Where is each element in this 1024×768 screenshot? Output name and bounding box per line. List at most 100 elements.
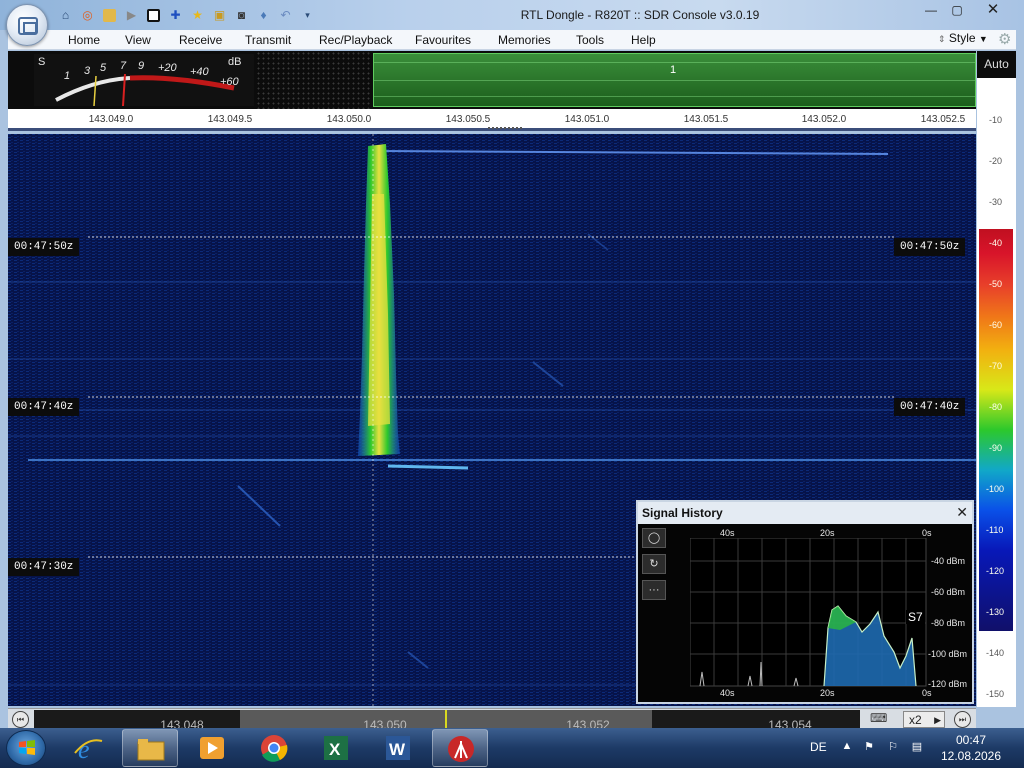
start-button[interactable] (6, 730, 46, 766)
minimize-button[interactable]: — (918, 2, 944, 19)
db-label: -60 (989, 320, 1003, 330)
spectrum-left-area (256, 51, 372, 109)
history-time-label: 20s (820, 688, 835, 698)
folder-icon (137, 739, 165, 761)
s-meter-db-label: dB (228, 56, 242, 68)
lock-icon[interactable]: ▣ (210, 6, 229, 24)
stop-icon[interactable] (144, 6, 163, 24)
sdr-console-icon (448, 736, 474, 762)
history-time-label: 40s (720, 528, 735, 538)
db-label: -90 (989, 443, 1003, 453)
menu-receive[interactable]: Receive (179, 33, 222, 47)
db-label: -100 (986, 484, 1005, 494)
tuner-label: 143.048 (160, 718, 204, 728)
clock-date: 12.08.2026 (940, 749, 1002, 763)
s-meter-scale-9: 9 (138, 60, 145, 72)
clock[interactable]: 00:47 12.08.2026 (936, 732, 1006, 764)
menu-favourites[interactable]: Favourites (415, 33, 471, 47)
maximize-button[interactable]: ▢ (944, 2, 970, 19)
freq-label: 143.051.5 (683, 114, 729, 125)
db-label: -10 (989, 115, 1003, 125)
db-scale: Auto -10 -20 -30 -40 -50 -60 -70 -80 -90… (977, 51, 1016, 707)
s-reading-badge: S7 (906, 610, 925, 624)
zoom-selector[interactable]: x2 ▶ (903, 711, 945, 728)
drop-icon[interactable]: ♦ (254, 6, 273, 24)
history-time-label: 20s (820, 528, 835, 538)
tuner-forward-icon[interactable]: ⏭ (954, 711, 971, 728)
signal-history-close-icon[interactable]: ✕ (956, 504, 968, 521)
s-meter-scale-40: +40 (190, 66, 209, 78)
internet-explorer-icon: e (74, 735, 103, 763)
freq-label: 143.049.0 (88, 114, 134, 125)
taskbar-excel[interactable]: X (308, 729, 364, 767)
frequency-scale[interactable]: 143.049.0 143.049.5 143.050.0 143.050.5 … (8, 109, 976, 131)
history-dbm-label: -60 dBm (931, 587, 966, 597)
db-label: -40 (989, 238, 1003, 248)
media-player-icon (200, 737, 224, 759)
history-dbm-label: -100 dBm (928, 649, 968, 659)
record-button[interactable]: ◯ (642, 528, 666, 548)
application-menu-button[interactable] (6, 4, 48, 46)
db-label: -130 (986, 607, 1005, 617)
menu-transmit[interactable]: Transmit (245, 33, 291, 47)
tuner-label: 143.052 (566, 718, 610, 728)
show-hidden-icons[interactable]: ▲ (840, 740, 854, 754)
db-label: -120 (986, 566, 1005, 576)
signal-history-plot (690, 538, 927, 687)
menu-memories[interactable]: Memories (498, 33, 551, 47)
timestamp-right: 00:47:40z (894, 398, 966, 416)
signal-history-title: Signal History (642, 506, 723, 520)
undo-icon[interactable]: ↶ (276, 6, 295, 24)
spectrum-display[interactable]: 1 (373, 53, 976, 107)
settings-gear-icon[interactable]: ⚙ (998, 30, 1011, 48)
signal-history-header: Signal History (638, 502, 972, 524)
reset-button[interactable]: ↻ (642, 554, 666, 574)
timestamp-left: 00:47:50z (8, 238, 80, 256)
play-icon[interactable]: ▶ (122, 6, 141, 24)
home-icon[interactable]: ⌂ (56, 6, 75, 24)
style-label: Style (948, 31, 976, 45)
app-logo-icon (18, 17, 38, 35)
s-meter: S dB 1 3 5 7 9 +20 +40 +60 (34, 54, 254, 106)
qat-dropdown-icon[interactable]: ▾ (298, 6, 317, 24)
menu-help[interactable]: Help (631, 33, 656, 47)
menu-rec-playback[interactable]: Rec/Playback (319, 33, 392, 47)
taskbar-internet-explorer[interactable]: e (60, 729, 116, 767)
windows-logo-icon (19, 740, 35, 755)
zoom-value: x2 (909, 713, 922, 727)
s-meter-scale-20: +20 (158, 62, 177, 74)
freq-label: 143.049.5 (207, 114, 253, 125)
auto-scale-button[interactable]: Auto (977, 51, 1016, 78)
menu-home[interactable]: Home (68, 33, 100, 47)
db-label: -30 (989, 197, 1003, 207)
splitter-handle[interactable] (488, 127, 522, 129)
close-button[interactable]: ✕ (976, 2, 1010, 19)
folder-icon[interactable] (100, 6, 119, 24)
tray-network-icon[interactable]: ▤ (910, 740, 924, 754)
db-label: -20 (989, 156, 1003, 166)
language-indicator[interactable]: DE (810, 740, 827, 754)
more-options-button[interactable]: ··· (642, 580, 666, 600)
tuner-back-icon[interactable]: ⏮ (12, 711, 29, 728)
style-dropdown[interactable]: ⇕ Style ▼ (938, 31, 988, 45)
taskbar-media-player[interactable] (184, 729, 240, 767)
taskbar-word[interactable]: W (370, 729, 426, 767)
style-arrows-icon: ⇕ (938, 34, 946, 44)
s-meter-scale-60: +60 (220, 76, 239, 88)
tray-app-icon[interactable]: ⚑ (862, 740, 876, 754)
menu-view[interactable]: View (125, 33, 151, 47)
taskbar-sdr-console[interactable] (432, 729, 488, 767)
history-time-label: 40s (720, 688, 735, 698)
tray-flag-icon[interactable]: ⚐ (886, 740, 900, 754)
keyboard-icon[interactable]: ⌨ (870, 711, 887, 725)
tuner-frequency-marker[interactable] (445, 710, 447, 728)
menu-tools[interactable]: Tools (576, 33, 604, 47)
lifebuoy-icon[interactable]: ◎ (78, 6, 97, 24)
taskbar-chrome[interactable] (246, 729, 302, 767)
ribbon-menu-bar: Home View Receive Transmit Rec/Playback … (8, 30, 1016, 50)
freq-label: 143.050.0 (326, 114, 372, 125)
star-icon[interactable]: ★ (188, 6, 207, 24)
add-icon[interactable]: ✚ (166, 6, 185, 24)
taskbar-explorer[interactable] (122, 729, 178, 767)
camera-icon[interactable]: ◙ (232, 6, 251, 24)
